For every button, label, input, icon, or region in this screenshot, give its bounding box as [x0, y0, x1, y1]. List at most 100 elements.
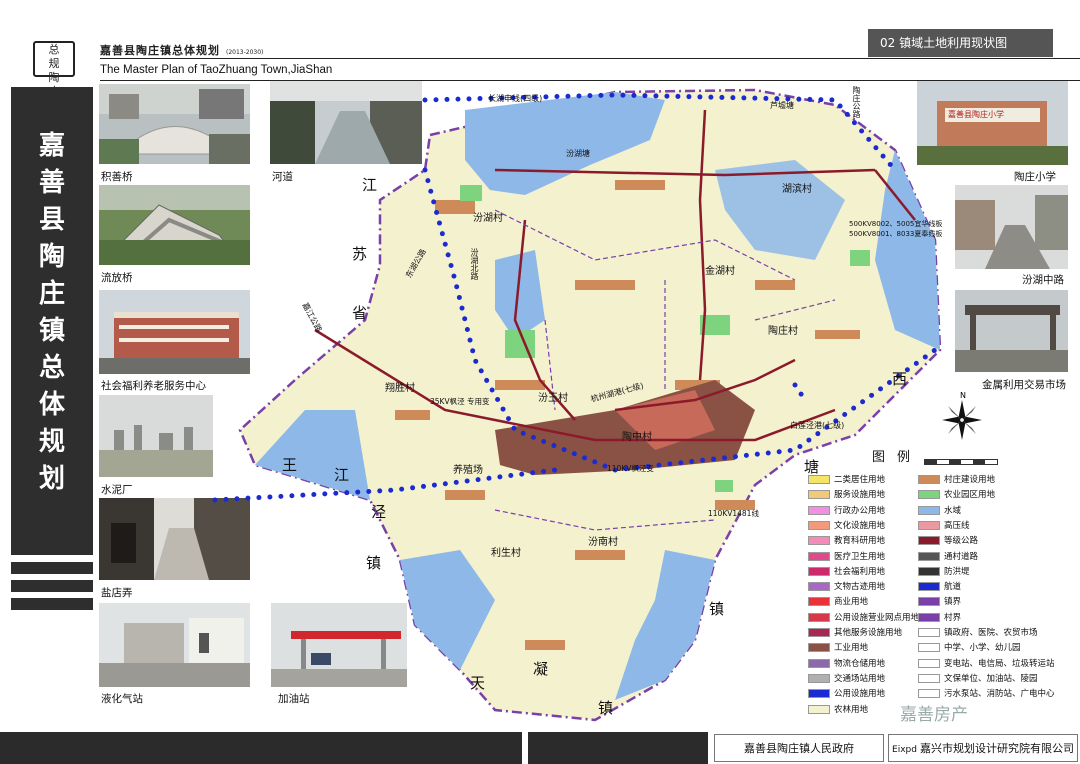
village-label: 陶中村: [622, 432, 652, 443]
region-label-wang: 王: [282, 456, 298, 474]
legend-swatch: [808, 475, 830, 484]
legend-label: 服务设施用地: [834, 490, 886, 501]
village-label: 湖滨村: [782, 184, 812, 195]
sidebar-strip-3: [11, 598, 93, 610]
legend-label: 其他服务设施用地: [834, 628, 903, 638]
footer-bar: [0, 732, 522, 764]
legend-right-item: 镇政府、医院、农贸市场: [918, 626, 1038, 640]
legend-label: 航道: [944, 582, 962, 593]
region-label-jiang2: 江: [334, 466, 350, 484]
legend-title: 图例: [872, 450, 923, 465]
legend-right-item: 高压线: [918, 519, 970, 533]
caption-primary-school: 陶庄小学: [1014, 171, 1056, 183]
legend-right-item: 镇界: [918, 595, 961, 609]
region-label-ning: 凝: [533, 660, 549, 678]
legend-swatch: [808, 566, 830, 576]
caption-lpg-station: 液化气站: [101, 693, 143, 705]
powerline-label: 110KV1481线: [708, 509, 759, 518]
legend-swatch: [918, 536, 940, 546]
legend-label: 污水泵站、消防站、广电中心: [944, 689, 1055, 700]
legend-label: 村界: [944, 612, 962, 623]
caption-welfare-center: 社会福利养老服务中心: [101, 380, 206, 392]
legend-left-item: 公用设施营业网点用地: [808, 611, 919, 625]
scale-bar: [924, 459, 998, 465]
region-label-west: 西: [892, 370, 908, 388]
legend-left-item: 文物古迹用地: [808, 580, 885, 594]
legend-swatch: [808, 582, 830, 592]
legend-left-item: 二类居住用地: [808, 473, 885, 487]
legend-label: 工业用地: [834, 643, 869, 654]
road-label: 长湖申线(四级): [488, 94, 543, 103]
legend-swatch: [918, 597, 940, 607]
region-label-zhen2: 镇: [709, 600, 725, 618]
legend-right-item: 航道: [918, 580, 961, 594]
legend-swatch: [918, 566, 940, 576]
legend-swatch: [808, 520, 830, 530]
caption-yandian-lane: 盐店弄: [101, 587, 133, 599]
legend-label: 村庄建设用地: [944, 475, 996, 485]
legend-swatch: [808, 490, 830, 500]
legend-left-item: 公用设施用地: [808, 687, 885, 701]
legend-right-item: 中学、小学、幼儿园: [918, 641, 1021, 655]
legend-left-item: 物流仓储用地: [808, 657, 885, 671]
plan-title-cn: 嘉善县陶庄镇总体规划 (2013-2030): [100, 42, 263, 58]
institute-name: 嘉兴市规划设计研究院有限公司: [919, 742, 1074, 755]
school-sign-text: 嘉善县陶庄小学: [948, 110, 1004, 119]
legend-label: 商业用地: [834, 597, 869, 608]
section-tab: 02 镇域土地利用现状图: [868, 29, 1053, 57]
legend-label: 社会福利用地: [834, 566, 886, 577]
legend-right-item: 农业园区用地: [918, 488, 995, 502]
sidebar-title: 嘉善县陶庄镇总体规划: [38, 131, 65, 494]
plan-logo: 总规 陶庄: [33, 41, 75, 98]
legend-label: 镇界: [944, 597, 962, 608]
caption-fenhu-road: 汾湖中路: [1022, 274, 1064, 286]
road-label: 白莲泾港(七级): [790, 421, 845, 430]
legend-left-item: 医疗卫生用地: [808, 550, 885, 564]
legend-right-item: 水域: [918, 504, 961, 518]
legend-right-item: 村界: [918, 611, 961, 625]
legend-left-item: 文化设施用地: [808, 519, 885, 533]
village-label: 养殖场: [453, 465, 483, 476]
legend-label: 医疗卫生用地: [834, 551, 886, 562]
village-label: 金湖村: [705, 266, 735, 277]
legend-swatch: [918, 582, 940, 592]
legend-swatch: [918, 643, 940, 653]
sidebar-strip-2: [11, 580, 93, 592]
legend-swatch: [918, 505, 940, 515]
legend-swatch: [808, 643, 830, 653]
caption-liufang-bridge: 流放桥: [101, 272, 133, 284]
legend-label: 等级公路: [944, 536, 979, 547]
legend-swatch: [918, 689, 940, 699]
legend-label: 公用设施用地: [834, 689, 886, 700]
village-label: 汾湖村: [473, 213, 503, 224]
village-label: 翔胜村: [385, 383, 415, 394]
legend-left-item: 教育科研用地: [808, 534, 885, 548]
north-arrow-icon: N: [942, 391, 982, 440]
legend-left-item: 商业用地: [808, 595, 868, 609]
legend-label: 文保单位、加油站、陵园: [944, 673, 1038, 684]
legend-left-item: 服务设施用地: [808, 488, 885, 502]
road-label: 汾湖北路: [470, 248, 479, 280]
legend-label: 二类居住用地: [834, 475, 886, 485]
legend-label: 通村道路: [944, 551, 979, 562]
legend-swatch: [808, 612, 830, 622]
legend-label: 中学、小学、幼儿园: [944, 643, 1021, 654]
legend-right-item: 文保单位、加油站、陵园: [918, 672, 1038, 686]
header-rule: [100, 58, 1080, 59]
footer-government: 嘉善县陶庄镇人民政府: [714, 734, 884, 762]
legend-left-item: 工业用地: [808, 641, 868, 655]
legend-swatch: [808, 658, 830, 668]
legend-left-item: 行政办公用地: [808, 504, 885, 518]
region-label-zhen3: 镇: [598, 699, 614, 717]
legend-right-item: 通村道路: [918, 550, 978, 564]
legend-swatch: [808, 628, 830, 637]
watermark: 嘉善房产: [900, 705, 968, 725]
legend-label: 农林用地: [834, 704, 869, 715]
title-years: (2013-2030): [226, 49, 264, 56]
photo-fenhu-road: [955, 185, 1068, 269]
village-label: 陶庄村: [768, 326, 798, 337]
region-label-zhen: 镇: [366, 554, 382, 572]
plan-title-en: The Master Plan of TaoZhuang Town,JiaSha…: [100, 64, 333, 76]
svg-text:N: N: [960, 391, 966, 400]
legend-swatch: [918, 628, 940, 637]
